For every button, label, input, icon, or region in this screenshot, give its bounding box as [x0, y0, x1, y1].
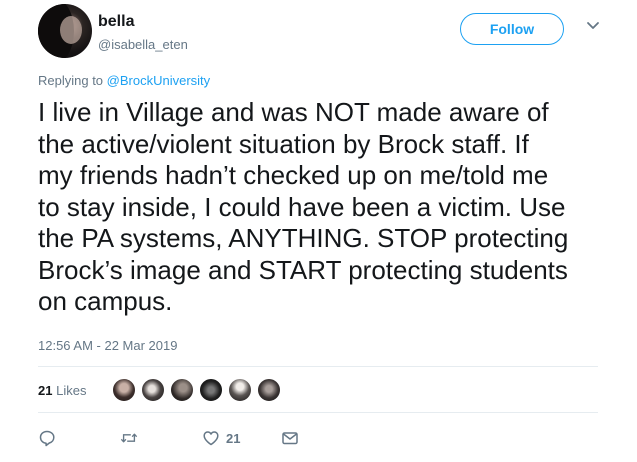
- liker-avatar[interactable]: [111, 377, 137, 403]
- divider: [38, 412, 598, 413]
- tweet-timestamp[interactable]: 12:56 AM - 22 Mar 2019: [38, 338, 177, 353]
- tweet-text-line: Brock’s image and START protecting stude…: [38, 254, 568, 285]
- follow-button[interactable]: Follow: [460, 13, 564, 45]
- likes-label: Likes: [56, 383, 87, 398]
- reply-button[interactable]: [38, 428, 56, 448]
- liker-avatar[interactable]: [198, 377, 224, 403]
- reply-icon: [39, 430, 55, 447]
- likers-avatars: [111, 377, 285, 403]
- likes-count: 21: [38, 383, 53, 398]
- display-name[interactable]: bella: [98, 13, 134, 31]
- liker-avatar[interactable]: [256, 377, 282, 403]
- mention-link[interactable]: @BrockUniversity: [107, 73, 211, 88]
- tweet-text-line: I live in Village and was NOT made aware…: [38, 97, 549, 127]
- tweet-header: bella @isabella_eten Follow: [38, 4, 618, 60]
- likes-stat[interactable]: 21 Likes: [38, 383, 86, 398]
- user-handle[interactable]: @isabella_eten: [98, 37, 188, 52]
- tweet-actions: 21: [38, 428, 338, 450]
- tweet-text-line: on campus.: [38, 286, 173, 316]
- liker-avatar[interactable]: [227, 377, 253, 403]
- chevron-down-icon[interactable]: [585, 18, 601, 34]
- envelope-icon: [282, 432, 298, 445]
- liker-avatar[interactable]: [169, 377, 195, 403]
- replying-to: Replying to @BrockUniversity: [38, 73, 210, 88]
- retweet-button[interactable]: [120, 428, 138, 448]
- liker-avatar[interactable]: [140, 377, 166, 403]
- tweet-text-line: to stay inside, I could have been a vict…: [38, 191, 566, 222]
- heart-icon: [203, 431, 219, 446]
- tweet-text-line: the active/violent situation by Brock st…: [38, 128, 529, 159]
- like-count: 21: [226, 430, 241, 446]
- avatar-face: [60, 16, 82, 44]
- tweet-text-line: the PA systems, ANYTHING. STOP protectin…: [38, 223, 569, 253]
- divider: [38, 366, 598, 367]
- avatar[interactable]: [38, 4, 92, 58]
- replying-to-label: Replying to: [38, 73, 107, 88]
- tweet-text-line: my friends hadn’t checked up on me/told …: [38, 160, 549, 190]
- tweet-text: I live in Village and was NOT made aware…: [38, 97, 618, 318]
- direct-message-button[interactable]: [281, 428, 299, 448]
- like-button[interactable]: 21: [202, 428, 240, 448]
- retweet-icon: [120, 433, 138, 443]
